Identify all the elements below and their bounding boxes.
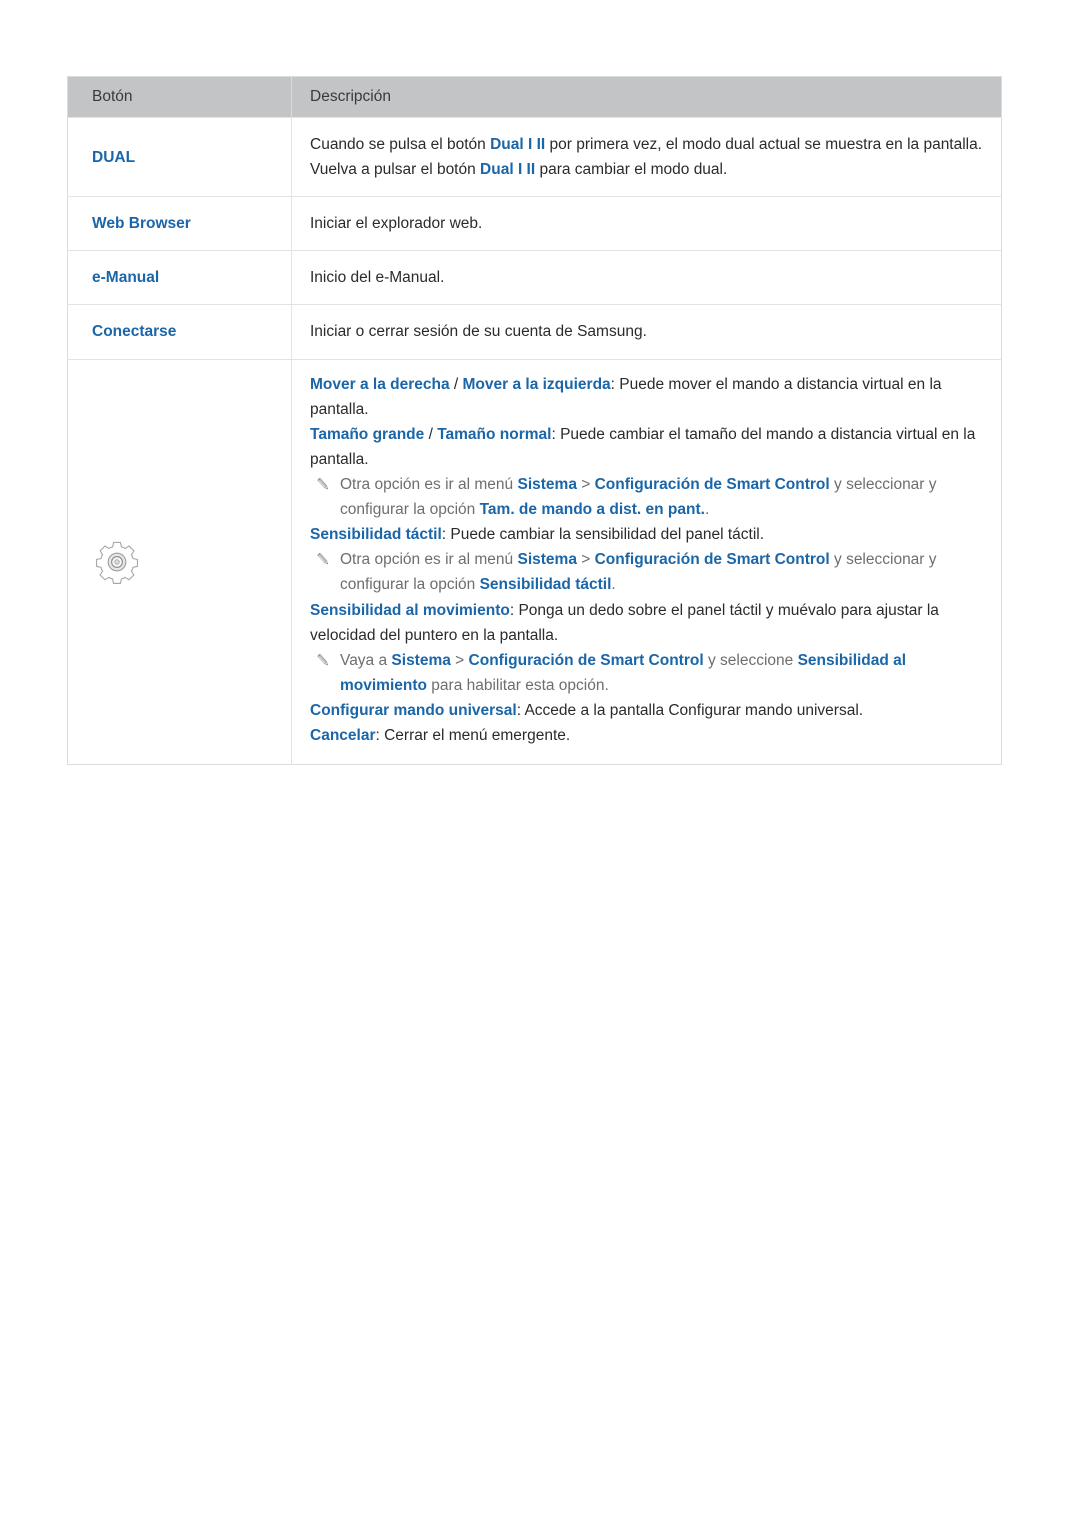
button-name-cell: DUAL	[67, 116, 292, 197]
button-description-table-wrapper: Botón Descripción DUAL Cuando se pulsa el…	[67, 76, 1002, 766]
text-segment: Sistema	[391, 651, 451, 669]
text-segment: Dual I II	[480, 161, 536, 179]
text-segment: Sistema	[517, 551, 577, 569]
text-segment: Otra opción es ir al menú	[340, 551, 518, 569]
text-segment: Configuración de Smart Control	[594, 475, 830, 493]
button-name-cell: Web Browser	[67, 196, 292, 251]
text-segment: : Cerrar el menú emergente.	[375, 727, 571, 745]
text-segment: Configuración de Smart Control	[594, 551, 830, 569]
description-line: Sensibilidad táctil: Puede cambiar la se…	[310, 522, 985, 547]
button-name-cell: e-Manual	[67, 250, 292, 305]
column-header-button: Botón	[67, 76, 292, 118]
text-segment: y seleccione	[703, 651, 798, 669]
gear-icon	[94, 539, 140, 585]
table-header-row: Botón Descripción	[67, 76, 1002, 118]
description-cell: Mover a la derecha / Mover a la izquierd…	[291, 358, 1002, 765]
description-cell: Inicio del e-Manual.	[291, 250, 1002, 305]
text-segment: Mover a la derecha	[310, 375, 450, 393]
text-segment: para habilitar esta opción.	[426, 676, 609, 694]
column-header-description: Descripción	[291, 76, 1002, 118]
description-line: Iniciar o cerrar sesión de su cuenta de …	[310, 319, 985, 344]
text-segment: para cambiar el modo dual.	[535, 161, 728, 179]
text-segment: Iniciar o cerrar sesión de su cuenta de …	[310, 323, 647, 341]
text-segment: .	[704, 501, 710, 519]
text-segment: Tam. de mando a dist. en pant.	[479, 501, 705, 519]
note-line: Otra opción es ir al menú Sistema > Conf…	[310, 547, 985, 597]
button-description-table: Botón Descripción DUAL Cuando se pulsa el…	[67, 76, 1002, 766]
table-row: e-Manual Inicio del e-Manual.	[67, 250, 1002, 305]
description-line: Iniciar el explorador web.	[310, 211, 985, 236]
text-segment: Mover a la izquierda	[462, 375, 611, 393]
text-segment: Tamaño grande	[310, 425, 425, 443]
document-page: Botón Descripción DUAL Cuando se pulsa el…	[0, 0, 1080, 1527]
description-line: Sensibilidad al movimiento: Ponga un ded…	[310, 598, 985, 648]
description-line: Cuando se pulsa el botón Dual I II por p…	[310, 132, 985, 157]
text-segment: Cuando se pulsa el botón	[310, 136, 491, 153]
text-segment: Configurar mando universal	[310, 701, 517, 719]
text-segment: Cancelar	[310, 727, 376, 745]
description-cell: Cuando se pulsa el botón Dual I II por p…	[291, 116, 1002, 197]
description-line: Inicio del e-Manual.	[310, 265, 985, 290]
description-line: Cancelar: Cerrar el menú emergente.	[310, 723, 985, 748]
note-line: Otra opción es ir al menú Sistema > Conf…	[310, 472, 985, 522]
text-segment: : Accede a la pantalla Configurar mando …	[516, 701, 864, 719]
table-row: Conectarse Iniciar o cerrar sesión de su …	[67, 304, 1002, 360]
text-segment: Sensibilidad al movimiento	[310, 601, 510, 619]
text-segment: Inicio del e-Manual.	[310, 269, 445, 287]
text-segment: .	[611, 576, 616, 594]
table-header: Botón Descripción	[67, 76, 1002, 118]
description-cell: Iniciar o cerrar sesión de su cuenta de …	[291, 304, 1002, 360]
text-segment: Iniciar el explorador web.	[310, 215, 483, 233]
pencil-icon	[315, 652, 332, 669]
text-segment: Otra opción es ir al menú	[340, 475, 518, 493]
description-line: Configurar mando universal: Accede a la …	[310, 698, 985, 723]
text-segment: /	[424, 425, 438, 443]
text-segment: por primera vez, el modo dual actual se …	[545, 136, 983, 153]
description-line: Vuelva a pulsar el botón Dual I II para …	[310, 157, 985, 182]
text-segment: Dual I II	[490, 136, 546, 153]
text-segment: Tamaño normal	[437, 425, 552, 443]
description-line: Tamaño grande / Tamaño normal: Puede cam…	[310, 422, 985, 472]
pencil-icon	[315, 476, 332, 493]
text-segment: : Puede cambiar la sensibilidad del pane…	[441, 526, 765, 544]
pencil-icon	[315, 551, 332, 568]
note-line: Vaya a Sistema > Configuración de Smart …	[310, 648, 985, 698]
text-segment: Configuración de Smart Control	[468, 651, 704, 669]
text-segment: Vuelva a pulsar el botón	[310, 161, 481, 179]
description-cell: Iniciar el explorador web.	[291, 196, 1002, 251]
text-segment: /	[449, 375, 463, 393]
description-line: Mover a la derecha / Mover a la izquierd…	[310, 372, 985, 422]
text-segment: >	[576, 475, 595, 493]
text-segment: Sensibilidad táctil	[310, 526, 442, 544]
text-segment: >	[450, 651, 469, 669]
gear-icon-wrapper	[94, 539, 291, 585]
table-body: DUAL Cuando se pulsa el botón Dual I II p…	[67, 116, 1002, 765]
button-name-cell: Conectarse	[67, 304, 292, 360]
text-segment: Sensibilidad táctil	[479, 576, 612, 594]
text-segment: Sistema	[517, 475, 577, 493]
table-row: DUAL Cuando se pulsa el botón Dual I II p…	[67, 116, 1002, 197]
button-icon-cell	[67, 358, 292, 765]
table-row-settings: Mover a la derecha / Mover a la izquierd…	[67, 358, 1002, 765]
text-segment: >	[576, 551, 595, 569]
text-segment: Vaya a	[340, 651, 392, 669]
table-row: Web Browser Iniciar el explorador web.	[67, 196, 1002, 251]
